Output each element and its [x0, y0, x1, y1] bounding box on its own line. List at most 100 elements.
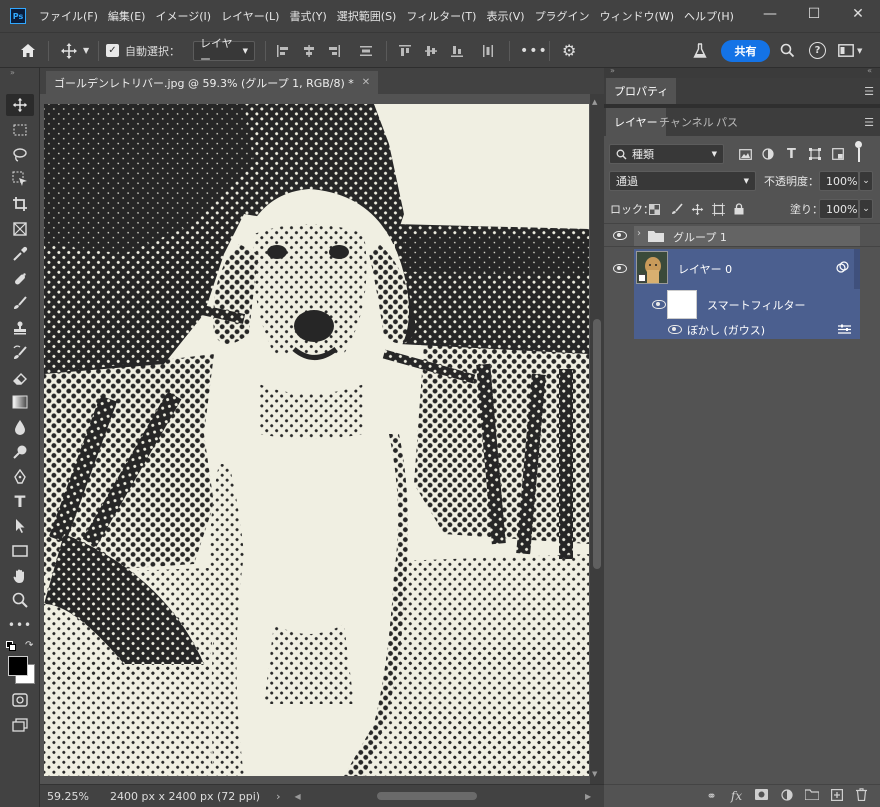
delete-layer-icon[interactable]	[849, 788, 874, 804]
zoom-level[interactable]: 59.25%	[47, 790, 102, 803]
lock-all-icon[interactable]	[734, 203, 744, 215]
new-layer-icon[interactable]	[824, 788, 849, 804]
align-bottom-icon[interactable]	[450, 33, 464, 68]
more-options-icon[interactable]: •••	[520, 33, 548, 68]
maximize-icon[interactable]: ☐	[792, 0, 836, 28]
canvas-vertical-scrollbar[interactable]: ▲ ▼	[590, 94, 604, 784]
align-left-icon[interactable]	[276, 33, 290, 68]
path-selection-tool-icon[interactable]	[6, 515, 34, 537]
menu-window[interactable]: ウィンドウ(W)	[595, 8, 679, 24]
clone-stamp-tool-icon[interactable]	[6, 317, 34, 339]
visibility-eye-icon[interactable]	[613, 264, 627, 273]
lasso-tool-icon[interactable]	[6, 144, 34, 166]
rectangular-marquee-tool-icon[interactable]	[6, 119, 34, 141]
flask-icon[interactable]	[693, 33, 707, 68]
pen-tool-icon[interactable]	[6, 466, 34, 488]
lock-artboard-icon[interactable]	[712, 202, 725, 216]
menu-edit[interactable]: 編集(E)	[103, 8, 151, 24]
menu-layer[interactable]: レイヤー(L)	[216, 8, 284, 24]
screen-mode-icon[interactable]	[6, 714, 34, 736]
layer-filter-kind-dropdown[interactable]: 種類 ▼	[609, 144, 724, 164]
filter-effect-row[interactable]: ぼかし (ガウス)	[634, 321, 860, 339]
auto-select-target-dropdown[interactable]: レイヤー ▼	[193, 37, 255, 66]
fill-input[interactable]: 100%	[819, 199, 859, 219]
align-vertical-center-icon[interactable]	[424, 33, 438, 68]
eyedropper-tool-icon[interactable]	[6, 243, 34, 265]
object-selection-tool-icon[interactable]	[6, 168, 34, 190]
visibility-eye-icon[interactable]	[613, 231, 627, 240]
add-layer-mask-icon[interactable]	[749, 789, 774, 803]
move-tool-icon[interactable]	[6, 94, 34, 116]
menu-plugins[interactable]: プラグイン	[530, 8, 595, 24]
horizontal-scroll-thumb[interactable]	[377, 792, 477, 800]
rectangle-tool-icon[interactable]	[6, 540, 34, 562]
home-icon[interactable]	[20, 33, 36, 68]
menu-view[interactable]: 表示(V)	[481, 8, 529, 24]
status-info-menu-icon[interactable]: ›	[276, 790, 280, 803]
tab-paths[interactable]: パス	[708, 108, 746, 136]
default-colors-icon[interactable]	[6, 641, 16, 651]
share-button[interactable]: 共有	[721, 39, 770, 62]
layer-row-smart-object[interactable]: レイヤー 0 ˄	[604, 249, 880, 289]
filter-blending-options-icon[interactable]	[838, 324, 851, 338]
lock-image-pixels-icon[interactable]	[671, 203, 683, 215]
workspace-switcher-icon[interactable]: ▼	[838, 33, 862, 68]
brush-tool-icon[interactable]	[6, 292, 34, 314]
align-right-icon[interactable]	[327, 33, 341, 68]
visibility-eye-icon[interactable]	[652, 300, 666, 309]
crop-tool-icon[interactable]	[6, 193, 34, 215]
align-horizontal-center-icon[interactable]	[302, 33, 316, 68]
scroll-up-icon[interactable]: ▲	[592, 98, 597, 106]
minimize-icon[interactable]: —	[748, 0, 792, 28]
search-icon[interactable]	[780, 33, 795, 68]
distribute-vertical-icon[interactable]	[359, 33, 373, 68]
expand-group-chevron-icon[interactable]: ›	[637, 228, 641, 239]
filter-shape-layers-icon[interactable]	[809, 148, 821, 160]
filter-toggle-icon[interactable]	[855, 141, 862, 148]
layers-panel-menu-icon[interactable]: ☰	[864, 116, 874, 129]
auto-select-checkbox[interactable]: ✓ 自動選択：	[106, 33, 180, 68]
vertical-scroll-thumb[interactable]	[593, 319, 601, 569]
filter-type-layers-icon[interactable]: T	[787, 147, 796, 162]
distribute-horizontal-icon[interactable]	[481, 33, 495, 68]
link-layers-icon[interactable]: ⚭	[699, 789, 724, 803]
menu-help[interactable]: ヘルプ(H)	[679, 8, 739, 24]
new-group-icon[interactable]	[799, 789, 824, 803]
edit-toolbar-icon[interactable]: •••	[6, 614, 34, 636]
swap-colors-icon[interactable]: ↷	[25, 640, 33, 651]
zoom-tool-icon[interactable]	[6, 589, 34, 611]
panel-menu-icon[interactable]: ☰	[864, 85, 874, 98]
type-tool-icon[interactable]: T	[6, 490, 34, 512]
blend-mode-dropdown[interactable]: 通過 ▼	[609, 171, 756, 191]
blur-tool-icon[interactable]	[6, 416, 34, 438]
fill-slider-toggle-icon[interactable]: ⌄	[859, 199, 873, 219]
collapse-toolbar-icon[interactable]: »	[10, 68, 15, 77]
foreground-color-swatch[interactable]	[8, 656, 28, 676]
spot-healing-brush-tool-icon[interactable]	[6, 268, 34, 290]
scroll-left-icon[interactable]: ◀	[294, 792, 300, 801]
menu-file[interactable]: ファイル(F)	[34, 8, 103, 24]
scroll-right-icon[interactable]: ▶	[585, 792, 591, 801]
layer-row-group[interactable]: › グループ 1	[604, 223, 880, 247]
filter-adjustment-layers-icon[interactable]	[762, 148, 774, 160]
smart-filter-row[interactable]: スマートフィルター	[634, 289, 860, 321]
new-adjustment-layer-icon[interactable]	[774, 788, 799, 804]
expand-panels-icon[interactable]: «	[867, 66, 872, 75]
settings-gear-icon[interactable]: ⚙	[562, 33, 576, 68]
document-tab[interactable]: ゴールデンレトリバー.jpg @ 59.3% (グループ 1, RGB/8) *…	[46, 71, 379, 94]
document-canvas[interactable]	[44, 104, 589, 776]
lock-transparent-pixels-icon[interactable]	[649, 203, 660, 215]
add-layer-style-icon[interactable]: fx	[724, 789, 749, 803]
hand-tool-icon[interactable]	[6, 565, 34, 587]
lock-position-icon[interactable]	[691, 203, 704, 216]
menu-select[interactable]: 選択範囲(S)	[332, 8, 402, 24]
quick-mask-icon[interactable]	[6, 689, 34, 711]
filter-mask-thumbnail[interactable]	[667, 290, 697, 319]
collapse-panels-icon[interactable]: »	[610, 66, 615, 75]
move-tool-preset-icon[interactable]: ▼	[60, 33, 89, 68]
opacity-slider-toggle-icon[interactable]: ⌄	[859, 171, 873, 191]
history-brush-tool-icon[interactable]	[6, 342, 34, 364]
gradient-tool-icon[interactable]	[6, 391, 34, 413]
menu-filter[interactable]: フィルター(T)	[401, 8, 481, 24]
menu-image[interactable]: イメージ(I)	[150, 8, 216, 24]
